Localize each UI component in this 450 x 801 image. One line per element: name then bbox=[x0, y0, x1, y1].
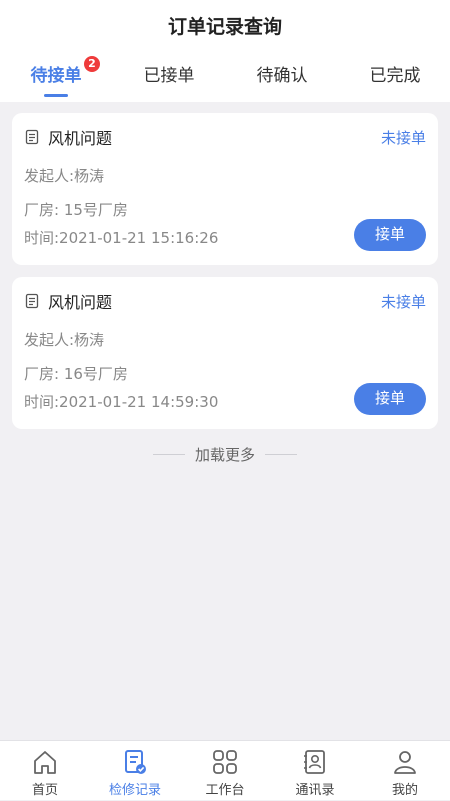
top-bar: 订单记录查询 待接单 2 已接单 待确认 已完成 bbox=[0, 0, 450, 102]
divider bbox=[152, 453, 185, 455]
nav-label: 我的 bbox=[391, 783, 418, 798]
tab-to-confirm[interactable]: 待确认 bbox=[226, 60, 338, 102]
order-plant: 厂房: 16号厂房 bbox=[24, 365, 128, 383]
order-title: 风机问题 bbox=[48, 293, 113, 312]
tab-active-indicator bbox=[44, 94, 68, 97]
order-card[interactable]: 风机问题 未接单 发起人:杨涛 厂房: 15号厂房 时间:2021-01-21 … bbox=[12, 113, 438, 265]
grid-icon bbox=[213, 750, 237, 774]
nav-contacts[interactable]: 通讯录 bbox=[270, 745, 360, 801]
tab-label: 已接单 bbox=[143, 66, 195, 86]
user-icon bbox=[394, 751, 416, 774]
accept-order-button[interactable]: 接单 bbox=[354, 219, 426, 251]
nav-label: 检修记录 bbox=[108, 783, 161, 798]
load-more[interactable]: 加载更多 bbox=[0, 442, 450, 466]
page-title: 订单记录查询 bbox=[167, 16, 282, 38]
nav-records[interactable]: 检修记录 bbox=[90, 745, 180, 801]
nav-home[interactable]: 首页 bbox=[0, 745, 90, 801]
record-icon bbox=[125, 750, 146, 774]
contacts-icon bbox=[304, 750, 325, 774]
order-plant: 厂房: 15号厂房 bbox=[24, 201, 128, 219]
nav-label: 首页 bbox=[31, 783, 58, 798]
document-icon bbox=[25, 129, 39, 145]
tab-completed[interactable]: 已完成 bbox=[339, 60, 450, 102]
tab-bar: 待接单 2 已接单 待确认 已完成 bbox=[0, 56, 450, 102]
divider bbox=[265, 453, 297, 455]
order-initiator: 发起人:杨涛 bbox=[24, 331, 105, 349]
order-time: 时间:2021-01-21 14:59:30 bbox=[24, 393, 219, 411]
order-status: 未接单 bbox=[380, 293, 426, 311]
nav-label: 工作台 bbox=[205, 783, 245, 798]
tab-pending[interactable]: 待接单 2 bbox=[0, 56, 112, 102]
order-initiator: 发起人:杨涛 bbox=[24, 167, 105, 185]
nav-profile[interactable]: 我的 bbox=[360, 745, 450, 801]
tab-label: 待确认 bbox=[256, 66, 308, 86]
tab-label: 待接单 bbox=[30, 66, 82, 86]
card-header: 风机问题 bbox=[24, 291, 113, 312]
nav-label: 通讯录 bbox=[295, 783, 335, 798]
order-status: 未接单 bbox=[380, 129, 426, 147]
nav-workbench[interactable]: 工作台 bbox=[180, 745, 270, 801]
order-time: 时间:2021-01-21 15:16:26 bbox=[24, 229, 219, 247]
bottom-nav: 首页 检修记录 工作台 通讯录 我的 bbox=[0, 740, 450, 800]
document-icon bbox=[25, 293, 39, 309]
order-title: 风机问题 bbox=[48, 129, 113, 148]
order-card[interactable]: 风机问题 未接单 发起人:杨涛 厂房: 16号厂房 时间:2021-01-21 … bbox=[12, 277, 438, 429]
home-icon bbox=[34, 751, 56, 774]
tab-accepted[interactable]: 已接单 bbox=[113, 60, 225, 102]
tab-badge: 2 bbox=[84, 56, 100, 72]
load-more-label: 加载更多 bbox=[194, 445, 255, 464]
tab-label: 已完成 bbox=[369, 66, 421, 86]
card-header: 风机问题 bbox=[24, 127, 113, 148]
accept-order-button[interactable]: 接单 bbox=[354, 383, 426, 415]
